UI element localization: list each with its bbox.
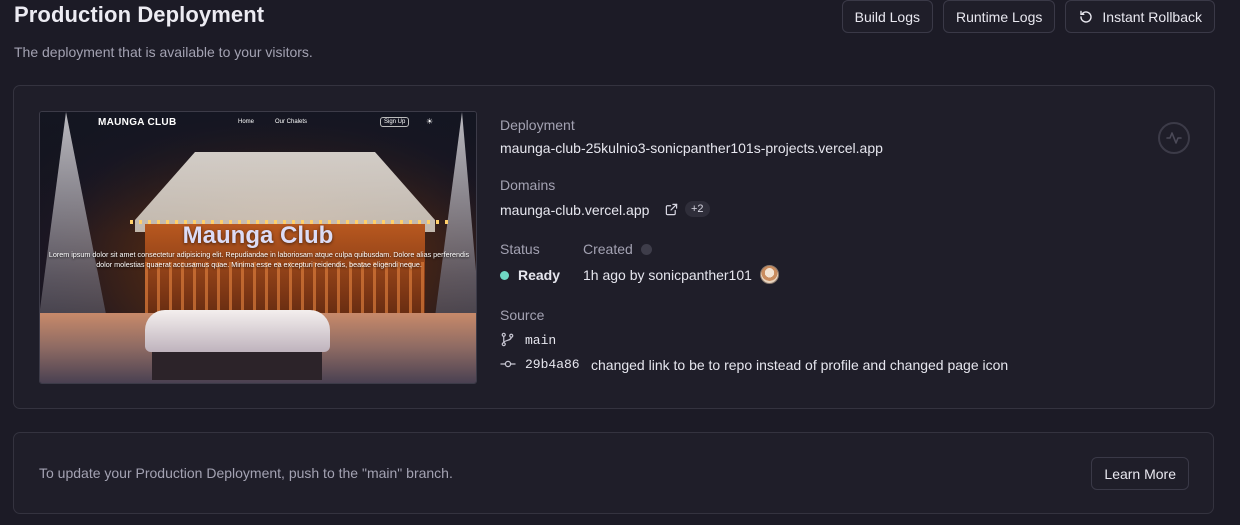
status-label: Status — [500, 241, 540, 257]
preview-nav-signup: Sign Up — [380, 117, 410, 127]
update-info-card: To update your Production Deployment, pu… — [13, 432, 1214, 514]
preview-navbar: MAUNGA CLUB Home Our Chalets Sign Up ☀ — [40, 116, 476, 132]
deployment-label: Deployment — [500, 117, 575, 133]
created-value: 1h ago by sonicpanther101 — [583, 267, 752, 283]
domains-label: Domains — [500, 177, 556, 193]
runtime-logs-label: Runtime Logs — [956, 8, 1043, 25]
production-deployment-card: MAUNGA CLUB Home Our Chalets Sign Up ☀ M… — [13, 85, 1215, 409]
git-branch-icon — [501, 332, 514, 347]
created-label: Created — [583, 241, 633, 257]
page-subtitle: The deployment that is available to your… — [14, 44, 313, 60]
preview-hero-title: Maunga Club — [182, 222, 334, 249]
build-logs-label: Build Logs — [854, 8, 920, 25]
source-label: Source — [500, 307, 545, 323]
preview-snowy-table — [145, 310, 330, 352]
instant-rollback-button[interactable]: Instant Rollback — [1065, 0, 1215, 33]
info-icon[interactable] — [641, 244, 652, 255]
deployment-url-link[interactable]: maunga-club-25kulnio3-sonicpanther101s-p… — [500, 140, 883, 156]
avatar[interactable] — [760, 265, 779, 284]
commit-hash[interactable]: 29b4a86 — [525, 357, 580, 372]
learn-more-button[interactable]: Learn More — [1091, 457, 1189, 490]
status-ready-dot — [500, 271, 509, 280]
preview-table-base — [152, 352, 322, 380]
source-branch: main — [525, 333, 557, 348]
preview-nav-chalets: Our Chalets — [275, 119, 308, 125]
external-link-icon[interactable] — [665, 203, 678, 216]
commit-message: changed link to be to repo instead of pr… — [591, 357, 1009, 373]
status-value: Ready — [518, 267, 561, 283]
git-commit-icon — [500, 360, 516, 368]
activity-icon[interactable] — [1158, 122, 1190, 154]
preview-nav-home: Home — [238, 119, 255, 125]
header-actions: Build Logs Runtime Logs Instant Rollback — [841, 0, 1215, 33]
primary-domain-link[interactable]: maunga-club.vercel.app — [500, 202, 649, 218]
rollback-label: Instant Rollback — [1102, 8, 1202, 25]
preview-hero-text: Lorem ipsum dolor sit amet consectetur a… — [48, 250, 470, 269]
update-info-message: To update your Production Deployment, pu… — [39, 465, 453, 481]
runtime-logs-button[interactable]: Runtime Logs — [943, 0, 1056, 33]
deployment-preview[interactable]: MAUNGA CLUB Home Our Chalets Sign Up ☀ M… — [39, 111, 477, 384]
page-title: Production Deployment — [14, 2, 265, 27]
learn-more-label: Learn More — [1104, 465, 1176, 482]
preview-logo: MAUNGA CLUB — [98, 117, 177, 128]
domains-more-badge[interactable]: +2 — [685, 201, 710, 217]
build-logs-button[interactable]: Build Logs — [841, 0, 933, 33]
rollback-icon — [1080, 10, 1093, 23]
preview-sun-icon: ☀ — [426, 117, 434, 126]
